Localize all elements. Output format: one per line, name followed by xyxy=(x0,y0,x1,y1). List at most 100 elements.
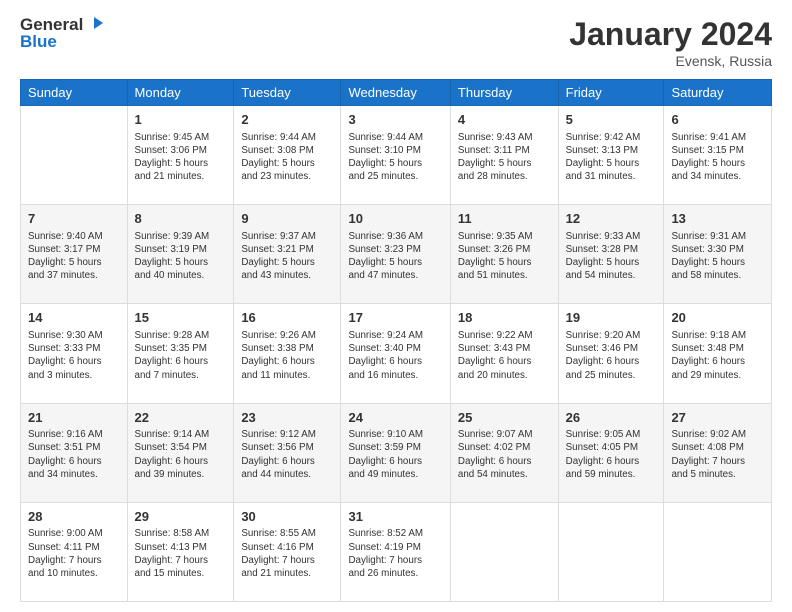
day-info: Sunrise: 9:35 AM Sunset: 3:26 PM Dayligh… xyxy=(458,230,551,283)
calendar-cell: 21Sunrise: 9:16 AM Sunset: 3:51 PM Dayli… xyxy=(21,403,128,502)
day-number: 28 xyxy=(28,508,120,526)
month-title: January 2024 xyxy=(569,16,772,53)
day-info: Sunrise: 8:58 AM Sunset: 4:13 PM Dayligh… xyxy=(135,527,227,580)
weekday-header: Tuesday xyxy=(234,80,341,106)
day-info: Sunrise: 9:44 AM Sunset: 3:08 PM Dayligh… xyxy=(241,131,333,184)
day-info: Sunrise: 9:18 AM Sunset: 3:48 PM Dayligh… xyxy=(671,329,764,382)
day-info: Sunrise: 9:00 AM Sunset: 4:11 PM Dayligh… xyxy=(28,527,120,580)
weekday-header: Wednesday xyxy=(341,80,450,106)
day-number: 6 xyxy=(671,111,764,129)
calendar-cell: 2 Sunrise: 9:44 AM Sunset: 3:08 PM Daylig… xyxy=(234,106,341,205)
calendar-cell: 18Sunrise: 9:22 AM Sunset: 3:43 PM Dayli… xyxy=(450,304,558,403)
day-number: 31 xyxy=(348,508,442,526)
calendar-table: SundayMondayTuesdayWednesdayThursdayFrid… xyxy=(20,79,772,602)
day-number: 10 xyxy=(348,210,442,228)
calendar-header-row: SundayMondayTuesdayWednesdayThursdayFrid… xyxy=(21,80,772,106)
day-info: Sunrise: 9:05 AM Sunset: 4:05 PM Dayligh… xyxy=(566,428,657,481)
calendar-cell: 12Sunrise: 9:33 AM Sunset: 3:28 PM Dayli… xyxy=(558,205,664,304)
day-number: 7 xyxy=(28,210,120,228)
day-number: 2 xyxy=(241,111,333,129)
calendar-cell: 23Sunrise: 9:12 AM Sunset: 3:56 PM Dayli… xyxy=(234,403,341,502)
day-info: Sunrise: 9:43 AM Sunset: 3:11 PM Dayligh… xyxy=(458,131,551,184)
day-number: 25 xyxy=(458,409,551,427)
day-info: Sunrise: 9:42 AM Sunset: 3:13 PM Dayligh… xyxy=(566,131,657,184)
logo: General Blue xyxy=(20,16,103,51)
day-number: 24 xyxy=(348,409,442,427)
calendar-week-row: 21Sunrise: 9:16 AM Sunset: 3:51 PM Dayli… xyxy=(21,403,772,502)
calendar-cell: 11 Sunrise: 9:35 AM Sunset: 3:26 PM Dayli… xyxy=(450,205,558,304)
calendar-cell: 31Sunrise: 8:52 AM Sunset: 4:19 PM Dayli… xyxy=(341,502,450,601)
day-number: 21 xyxy=(28,409,120,427)
day-info: Sunrise: 8:55 AM Sunset: 4:16 PM Dayligh… xyxy=(241,527,333,580)
calendar-cell: 13 Sunrise: 9:31 AM Sunset: 3:30 PM Dayli… xyxy=(664,205,772,304)
logo-container: General Blue xyxy=(20,16,103,51)
calendar-cell: 6 Sunrise: 9:41 AM Sunset: 3:15 PM Daylig… xyxy=(664,106,772,205)
calendar-cell: 25Sunrise: 9:07 AM Sunset: 4:02 PM Dayli… xyxy=(450,403,558,502)
day-number: 13 xyxy=(671,210,764,228)
calendar-cell: 14Sunrise: 9:30 AM Sunset: 3:33 PM Dayli… xyxy=(21,304,128,403)
calendar-cell: 20 Sunrise: 9:18 AM Sunset: 3:48 PM Dayli… xyxy=(664,304,772,403)
day-info: Sunrise: 9:10 AM Sunset: 3:59 PM Dayligh… xyxy=(348,428,442,481)
day-info: Sunrise: 9:02 AM Sunset: 4:08 PM Dayligh… xyxy=(671,428,764,481)
day-info: Sunrise: 9:26 AM Sunset: 3:38 PM Dayligh… xyxy=(241,329,333,382)
logo-blue: Blue xyxy=(20,33,103,52)
day-number: 29 xyxy=(135,508,227,526)
logo-flag-icon xyxy=(85,16,103,34)
calendar-cell: 19 Sunrise: 9:20 AM Sunset: 3:46 PM Dayli… xyxy=(558,304,664,403)
day-number: 14 xyxy=(28,309,120,327)
calendar-cell: 26Sunrise: 9:05 AM Sunset: 4:05 PM Dayli… xyxy=(558,403,664,502)
calendar-cell: 16 Sunrise: 9:26 AM Sunset: 3:38 PM Dayli… xyxy=(234,304,341,403)
calendar-cell: 5Sunrise: 9:42 AM Sunset: 3:13 PM Daylig… xyxy=(558,106,664,205)
calendar-cell: 24Sunrise: 9:10 AM Sunset: 3:59 PM Dayli… xyxy=(341,403,450,502)
calendar-cell: 3Sunrise: 9:44 AM Sunset: 3:10 PM Daylig… xyxy=(341,106,450,205)
day-info: Sunrise: 9:37 AM Sunset: 3:21 PM Dayligh… xyxy=(241,230,333,283)
day-number: 23 xyxy=(241,409,333,427)
location-subtitle: Evensk, Russia xyxy=(569,53,772,69)
day-number: 17 xyxy=(348,309,442,327)
calendar-cell: 30Sunrise: 8:55 AM Sunset: 4:16 PM Dayli… xyxy=(234,502,341,601)
day-number: 11 xyxy=(458,210,551,228)
calendar-cell: 27Sunrise: 9:02 AM Sunset: 4:08 PM Dayli… xyxy=(664,403,772,502)
day-number: 12 xyxy=(566,210,657,228)
calendar-week-row: 28Sunrise: 9:00 AM Sunset: 4:11 PM Dayli… xyxy=(21,502,772,601)
day-number: 18 xyxy=(458,309,551,327)
weekday-header: Monday xyxy=(127,80,234,106)
weekday-header: Sunday xyxy=(21,80,128,106)
day-info: Sunrise: 9:14 AM Sunset: 3:54 PM Dayligh… xyxy=(135,428,227,481)
day-number: 27 xyxy=(671,409,764,427)
day-number: 16 xyxy=(241,309,333,327)
day-info: Sunrise: 9:28 AM Sunset: 3:35 PM Dayligh… xyxy=(135,329,227,382)
calendar-cell: 8Sunrise: 9:39 AM Sunset: 3:19 PM Daylig… xyxy=(127,205,234,304)
day-info: Sunrise: 9:39 AM Sunset: 3:19 PM Dayligh… xyxy=(135,230,227,283)
calendar-cell: 17Sunrise: 9:24 AM Sunset: 3:40 PM Dayli… xyxy=(341,304,450,403)
calendar-week-row: 14Sunrise: 9:30 AM Sunset: 3:33 PM Dayli… xyxy=(21,304,772,403)
calendar-cell: 22Sunrise: 9:14 AM Sunset: 3:54 PM Dayli… xyxy=(127,403,234,502)
day-info: Sunrise: 9:41 AM Sunset: 3:15 PM Dayligh… xyxy=(671,131,764,184)
day-info: Sunrise: 9:36 AM Sunset: 3:23 PM Dayligh… xyxy=(348,230,442,283)
day-number: 19 xyxy=(566,309,657,327)
day-number: 15 xyxy=(135,309,227,327)
day-number: 20 xyxy=(671,309,764,327)
calendar-cell: 15 Sunrise: 9:28 AM Sunset: 3:35 PM Dayli… xyxy=(127,304,234,403)
calendar-cell xyxy=(450,502,558,601)
day-info: Sunrise: 9:31 AM Sunset: 3:30 PM Dayligh… xyxy=(671,230,764,283)
calendar-cell xyxy=(21,106,128,205)
day-number: 22 xyxy=(135,409,227,427)
calendar-cell: 7Sunrise: 9:40 AM Sunset: 3:17 PM Daylig… xyxy=(21,205,128,304)
day-info: Sunrise: 9:16 AM Sunset: 3:51 PM Dayligh… xyxy=(28,428,120,481)
calendar-cell: 1 Sunrise: 9:45 AM Sunset: 3:06 PM Daylig… xyxy=(127,106,234,205)
weekday-header: Friday xyxy=(558,80,664,106)
day-info: Sunrise: 9:20 AM Sunset: 3:46 PM Dayligh… xyxy=(566,329,657,382)
day-info: Sunrise: 9:12 AM Sunset: 3:56 PM Dayligh… xyxy=(241,428,333,481)
calendar-cell: 4 Sunrise: 9:43 AM Sunset: 3:11 PM Daylig… xyxy=(450,106,558,205)
day-number: 26 xyxy=(566,409,657,427)
day-number: 4 xyxy=(458,111,551,129)
day-number: 3 xyxy=(348,111,442,129)
day-info: Sunrise: 9:45 AM Sunset: 3:06 PM Dayligh… xyxy=(135,131,227,184)
day-info: Sunrise: 8:52 AM Sunset: 4:19 PM Dayligh… xyxy=(348,527,442,580)
weekday-header: Saturday xyxy=(664,80,772,106)
day-number: 1 xyxy=(135,111,227,129)
title-block: January 2024 Evensk, Russia xyxy=(569,16,772,69)
calendar-cell: 9Sunrise: 9:37 AM Sunset: 3:21 PM Daylig… xyxy=(234,205,341,304)
calendar-week-row: 1 Sunrise: 9:45 AM Sunset: 3:06 PM Daylig… xyxy=(21,106,772,205)
